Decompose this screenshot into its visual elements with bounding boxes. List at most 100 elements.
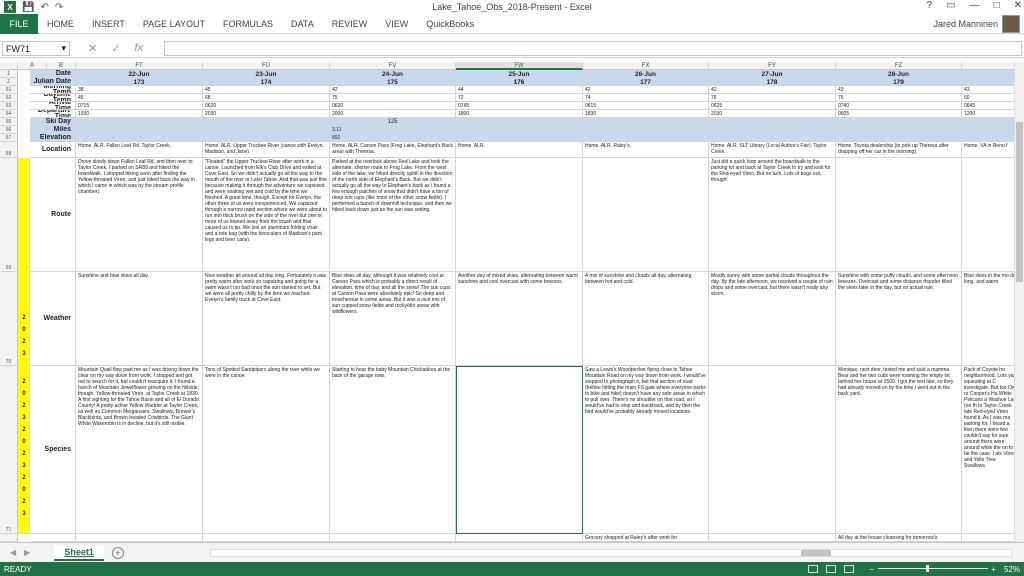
row-header[interactable] [0,534,18,542]
cell-arrival[interactable]: 0740 [836,102,962,110]
page-layout-view-icon[interactable] [826,565,836,573]
cell-extra[interactable]: All day at the house cleansing for tomor… [836,534,962,542]
row-label-miles[interactable]: Miles [30,126,76,134]
cell-elevation[interactable] [456,134,583,142]
label-cell-empty[interactable] [30,534,76,542]
cell-date[interactable]: 26-Jun [583,70,709,78]
name-box[interactable]: FW71 ▾ [2,41,70,56]
cell-species[interactable]: Monique, next door, texted me and said a… [836,366,962,534]
column-header-fu[interactable]: FU [203,62,330,70]
cell-weather[interactable]: Sunshine with some puffy clouds, and som… [836,272,962,366]
row-header[interactable]: 71 [0,366,18,534]
sheet-nav-arrows-icon[interactable]: ◀▶ [10,548,38,557]
cell-miles[interactable] [203,126,330,134]
row-header[interactable]: 1 [0,70,18,78]
cell-elevation[interactable] [836,134,962,142]
cell-weather[interactable]: Mostly sunny with some partial clouds th… [709,272,836,366]
cell-daytime[interactable]: 68 [203,94,330,102]
tab-data[interactable]: DATA [282,19,323,29]
zoom-slider-knob[interactable] [926,565,929,572]
cell-location[interactable]: Home. ALR. Carson Pass (Frog Lake, Eleph… [330,142,456,158]
cell-extra[interactable] [203,534,330,542]
user-name[interactable]: Jared Manninen [933,19,998,29]
zoom-in-icon[interactable]: + [991,565,996,574]
cell-arrival[interactable]: 0715 [76,102,203,110]
cell-skiday[interactable] [456,118,583,126]
cell-species[interactable]: Pack of Coyote ho neighborhood. Lots yar… [962,366,1022,534]
avatar[interactable] [1002,15,1020,33]
cell-arrival[interactable]: 0625 [709,102,836,110]
row-header[interactable]: 70 [0,272,18,366]
row-label-daytime[interactable]: Daytime Temp [30,94,76,102]
undo-icon[interactable]: ↶ [40,2,48,13]
file-tab[interactable]: FILE [0,13,38,34]
chevron-down-icon[interactable]: ▾ [61,43,66,54]
cell-arrival[interactable]: 0615 [583,102,709,110]
cell-julian[interactable]: 178 [709,78,836,86]
cell-morning[interactable]: 42 [583,86,709,94]
cell-skiday[interactable] [836,118,962,126]
cell-departure[interactable]: 2030 [709,110,836,118]
insert-function-icon[interactable]: fx [134,42,143,55]
column-header-fy[interactable]: FY [709,62,836,70]
cell-julian[interactable]: 174 [203,78,330,86]
cell-date[interactable]: 27-Jun [709,70,836,78]
cell-daytime[interactable]: 60 [962,94,1022,102]
cell-morning[interactable]: 42 [709,86,836,94]
cell-miles[interactable] [76,126,203,134]
cell-skiday[interactable] [76,118,203,126]
cell-arrival[interactable]: 0745 [456,102,583,110]
cell-elevation[interactable]: 892 [330,134,456,142]
row-label-morning[interactable]: Morning Temp [30,86,76,94]
cell-departure[interactable]: 1830 [583,110,709,118]
cell-route[interactable] [836,158,962,272]
cell-location[interactable]: Home. VA in Reno f [962,142,1022,158]
cell-route[interactable]: "Floated" the Upper Truckee River after … [203,158,330,272]
cell-location[interactable]: Home. ALR. Raley's. [583,142,709,158]
column-header-b[interactable]: B [47,62,76,70]
cell-extra[interactable] [330,534,456,542]
row-header[interactable]: 67 [0,134,18,142]
maximize-icon[interactable]: □ [994,0,1000,11]
cell-departure[interactable]: 1800 [456,110,583,118]
column-header-a[interactable]: A [18,62,47,70]
cell-miles[interactable] [836,126,962,134]
formula-input[interactable] [164,41,1022,56]
cell-species[interactable]: Saw a Lewis's Woodpecker flying close to… [583,366,709,534]
cell-miles[interactable] [962,126,1022,134]
row-label-weather[interactable]: Weather [30,272,76,366]
cell-arrival[interactable]: 0645 [962,102,1022,110]
cell-julian[interactable]: 177 [583,78,709,86]
row-label-departure[interactable]: Departure Time [30,110,76,118]
cell-date[interactable]: 28-Jun [836,70,962,78]
cell-route[interactable]: Parked at the overlook above Red Lake an… [330,158,456,272]
help-icon[interactable]: ? [927,0,933,11]
cell-date[interactable]: 22-Jun [76,70,203,78]
cell-location[interactable]: Home. ALR. Upper Truckee River (canoe wi… [203,142,330,158]
cell-skiday[interactable] [203,118,330,126]
cell-route[interactable] [456,158,583,272]
normal-view-icon[interactable] [808,565,818,573]
cell-departure[interactable]: 2000 [330,110,456,118]
cell-route[interactable]: Just did a quick loop around the boardwa… [709,158,836,272]
cell-weather[interactable]: Sunshine and blue skies all day. [76,272,203,366]
cell-species[interactable] [456,366,583,534]
tab-page-layout[interactable]: PAGE LAYOUT [134,19,214,29]
cell-miles[interactable] [456,126,583,134]
row-header[interactable]: 69 [0,158,18,272]
tab-home[interactable]: HOME [38,19,83,29]
cell-daytime[interactable]: 45 [76,94,203,102]
cell-julian[interactable] [962,78,1022,86]
cell-daytime[interactable]: 75 [330,94,456,102]
tab-formulas[interactable]: FORMULAS [214,19,282,29]
row-label-julian[interactable]: Julian Date [30,78,76,86]
cell-extra[interactable] [709,534,836,542]
cancel-icon[interactable]: ✕ [88,42,97,55]
cell-arrival[interactable]: 0620 [330,102,456,110]
cell-location[interactable]: Home. ALR. [456,142,583,158]
row-header[interactable]: 61 [0,86,18,94]
cell-elevation[interactable] [962,134,1022,142]
cell-skiday[interactable] [709,118,836,126]
row-header[interactable]: 63 [0,102,18,110]
cell-departure[interactable]: 2030 [203,110,330,118]
